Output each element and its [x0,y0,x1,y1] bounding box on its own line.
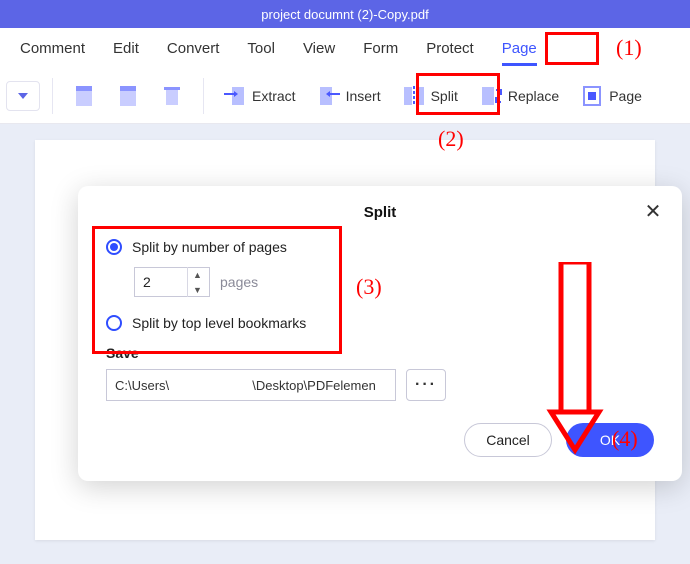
trash-icon [161,84,183,108]
divider [52,78,53,114]
page-count-input-wrapper: ▲ ▼ [134,267,210,297]
toolbar-extract[interactable]: Extract [216,74,304,118]
toolbar-label: Insert [346,88,381,104]
spinner: ▲ ▼ [187,267,207,297]
replace-icon [480,84,502,108]
spinner-down[interactable]: ▼ [188,282,207,297]
chevron-down-icon [18,93,28,99]
menu-convert[interactable]: Convert [153,28,234,68]
toolbar-label: Replace [508,88,559,104]
option-label: Split by top level bookmarks [132,315,306,331]
cancel-button[interactable]: Cancel [464,423,552,457]
menu-form[interactable]: Form [349,28,412,68]
save-path-input[interactable] [106,369,396,401]
menu-tool[interactable]: Tool [233,28,289,68]
button-label: OK [600,432,620,448]
spinner-up[interactable]: ▲ [188,267,207,282]
toolbar: Extract Insert Split Replace Page [0,68,690,124]
option-label: Split by number of pages [132,239,287,255]
page-count-row: ▲ ▼ pages [134,267,654,297]
chevron-down-icon: ▼ [193,285,202,295]
radio-icon [106,315,122,331]
toolbar-delete[interactable] [153,74,191,118]
chevron-up-icon: ▲ [193,270,202,280]
page-label-icon [581,84,603,108]
ok-button[interactable]: OK [566,423,654,457]
page-icon [73,84,95,108]
save-section-label: Save [106,345,654,361]
toolbar-replace[interactable]: Replace [472,74,567,118]
extract-icon [224,84,246,108]
toolbar-label: Split [431,88,458,104]
toolbar-label: Page [609,88,642,104]
button-label: Cancel [486,432,530,448]
close-icon: ✕ [645,199,662,224]
toolbar-split[interactable]: Split [395,74,466,118]
toolbar-insert[interactable]: Insert [310,74,389,118]
split-dialog: Split ✕ Split by number of pages ▲ ▼ pag… [78,186,682,481]
document-title: project documnt (2)-Copy.pdf [261,7,428,22]
dialog-close-button[interactable]: ✕ [642,200,664,222]
page-count-input[interactable] [135,274,187,290]
radio-icon [106,239,122,255]
unit-label: pages [220,274,258,290]
menu-edit[interactable]: Edit [99,28,153,68]
menu-comment[interactable]: Comment [6,28,99,68]
menu-protect[interactable]: Protect [412,28,488,68]
menu-page[interactable]: Page [488,28,551,68]
toolbar-dropdown[interactable] [6,81,40,111]
page-icon [117,84,139,108]
save-row: ··· [106,369,654,401]
toolbar-page-label[interactable]: Page [573,74,650,118]
split-icon [403,84,425,108]
option-split-by-pages[interactable]: Split by number of pages [106,239,654,255]
dialog-title: Split [106,204,654,221]
divider [203,78,204,114]
insert-icon [318,84,340,108]
title-bar: project documnt (2)-Copy.pdf [0,0,690,28]
toolbar-thumb-2[interactable] [109,74,147,118]
menu-bar: Comment Edit Convert Tool View Form Prot… [0,28,690,68]
browse-button[interactable]: ··· [406,369,446,401]
dialog-actions: Cancel OK [106,423,654,457]
option-split-by-bookmarks[interactable]: Split by top level bookmarks [106,315,654,331]
menu-view[interactable]: View [289,28,349,68]
ellipsis-icon: ··· [415,376,437,394]
toolbar-thumb-1[interactable] [65,74,103,118]
toolbar-label: Extract [252,88,296,104]
